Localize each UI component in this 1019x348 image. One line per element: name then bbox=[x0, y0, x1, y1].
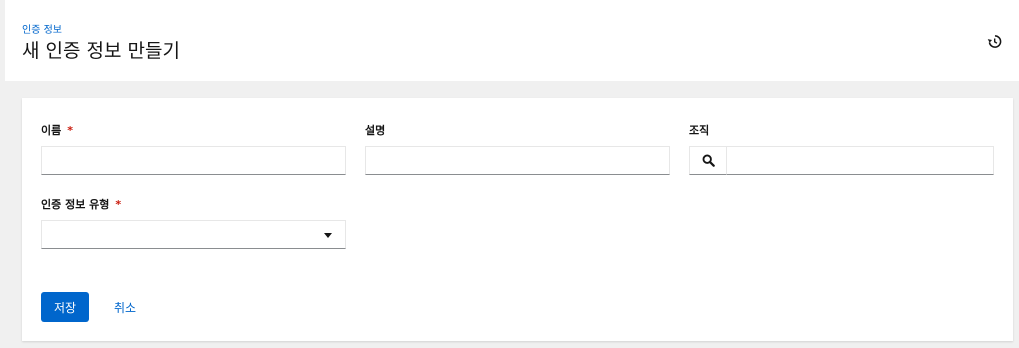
credential-form-card: 이름 * 설명 조직 인증 정보 유형 * 저장 취소 bbox=[22, 98, 1013, 341]
credential-type-required-mark: * bbox=[115, 198, 122, 211]
save-button[interactable]: 저장 bbox=[41, 292, 89, 322]
credential-type-label-text: 인증 정보 유형 bbox=[41, 198, 110, 211]
organization-field-group: 조직 bbox=[689, 124, 994, 175]
organization-input[interactable] bbox=[727, 146, 994, 175]
organization-label: 조직 bbox=[689, 124, 710, 137]
caret-down-icon bbox=[324, 233, 332, 238]
credential-type-label: 인증 정보 유형 * bbox=[41, 198, 346, 212]
credential-type-select[interactable] bbox=[41, 220, 346, 249]
name-required-mark: * bbox=[67, 124, 74, 137]
description-input[interactable] bbox=[365, 146, 670, 175]
breadcrumb-link[interactable]: 인증 정보 bbox=[22, 21, 62, 36]
name-field-group: 이름 * bbox=[41, 124, 346, 175]
name-input[interactable] bbox=[41, 146, 346, 175]
search-icon bbox=[702, 154, 715, 167]
description-field-group: 설명 bbox=[365, 124, 670, 175]
history-icon bbox=[987, 34, 1001, 48]
page-header: 인증 정보 새 인증 정보 만들기 bbox=[0, 0, 1019, 81]
organization-search-button[interactable] bbox=[689, 146, 727, 175]
history-button[interactable] bbox=[985, 32, 1003, 50]
organization-lookup bbox=[689, 146, 994, 175]
page-title: 새 인증 정보 만들기 bbox=[22, 40, 180, 62]
credential-type-field-group: 인증 정보 유형 * bbox=[41, 198, 346, 249]
cancel-button[interactable]: 취소 bbox=[106, 292, 144, 322]
name-label-text: 이름 bbox=[41, 124, 62, 137]
name-label: 이름 * bbox=[41, 124, 346, 138]
description-label: 설명 bbox=[365, 124, 386, 137]
